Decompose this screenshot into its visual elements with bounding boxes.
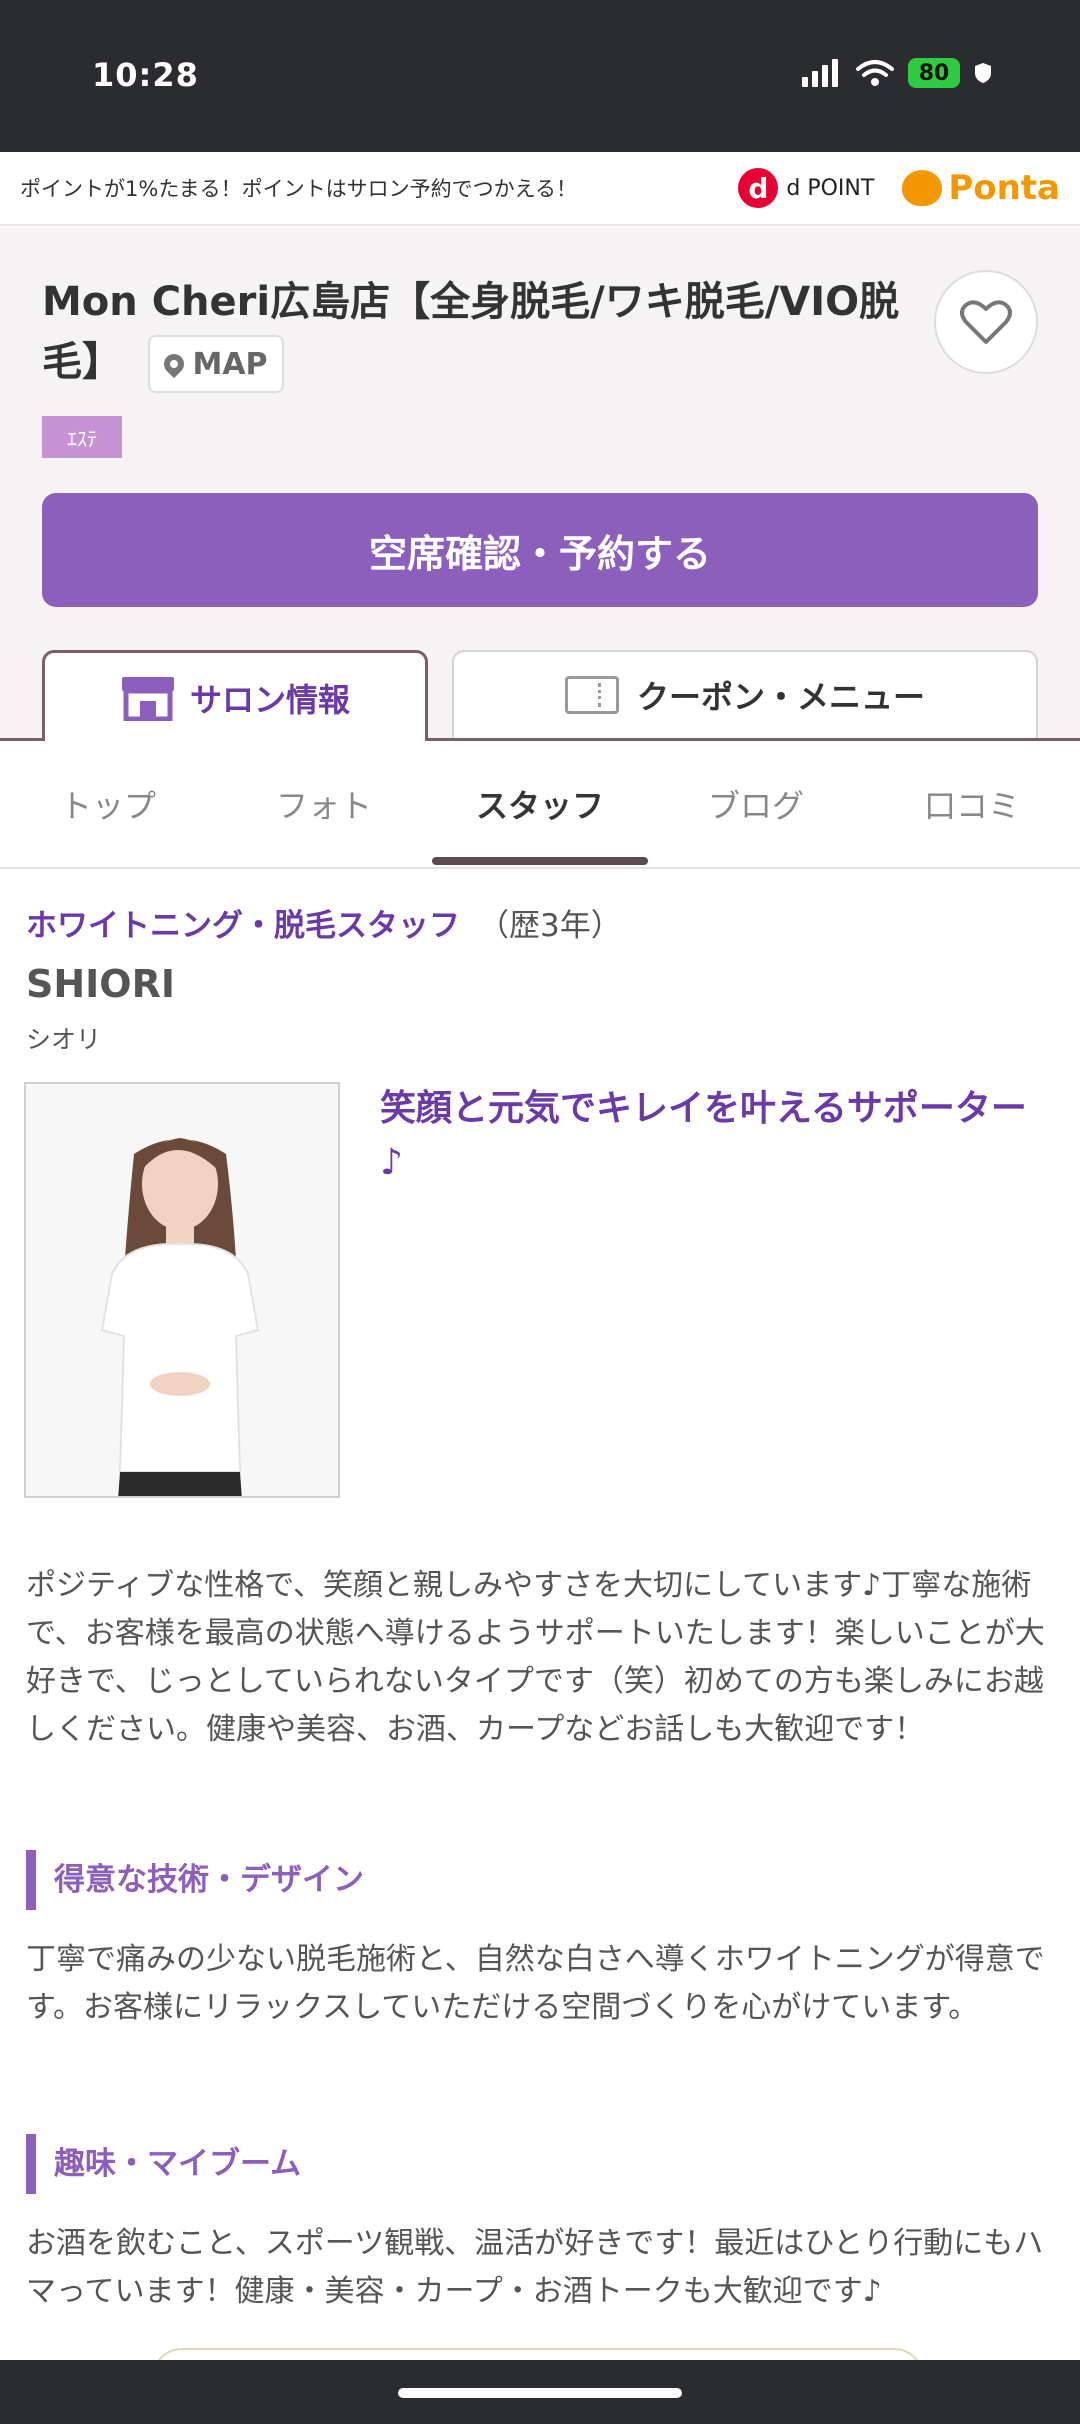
signal-icon: [802, 59, 838, 87]
points-banner[interactable]: ポイントが1%たまる！ポイントはサロン予約でつかえる！ d d POINT Po…: [0, 152, 1080, 226]
status-bar: 10:28 80: [0, 0, 1080, 152]
status-time: 10:28: [92, 56, 199, 94]
subnav-blog[interactable]: ブログ: [648, 781, 864, 827]
status-icons: 80: [802, 58, 992, 88]
map-button[interactable]: MAP: [148, 335, 284, 393]
wifi-icon: [856, 60, 894, 86]
sub-navigation: トップ フォト スタッフ ブログ 口コミ: [0, 741, 1080, 869]
staff-photo: [24, 1082, 340, 1498]
staff-catchcopy: 笑顔と元気でキレイを叶えるサポーター♪: [380, 1088, 1027, 1183]
subnav-active-indicator: [432, 857, 648, 865]
map-pin-icon: [160, 349, 189, 379]
tab-coupon-menu-label: クーポン・メニュー: [636, 678, 925, 716]
map-button-label: MAP: [192, 346, 268, 382]
hobby-body: お酒を飲むこと、スポーツ観戦、温活が好きです！最近はひとり行動にもハマっています…: [26, 2226, 1044, 2309]
shield-icon: [975, 63, 991, 83]
subnav-top[interactable]: トップ: [0, 781, 216, 827]
staff-role-label: ホワイトニング・脱毛スタッフ: [26, 908, 460, 944]
tab-coupon-menu[interactable]: クーポン・メニュー: [452, 650, 1038, 738]
dpoint-label: d POINT: [786, 175, 875, 201]
staff-photo-illustration: [26, 1084, 338, 1496]
staff-introduction: ポジティブな性格で、笑顔と親しみやすさを大切にしています♪丁寧な施術で、お客様を…: [26, 1568, 1045, 1747]
subnav-staff[interactable]: スタッフ: [432, 781, 648, 827]
home-indicator[interactable]: [398, 2388, 682, 2398]
home-bar: [0, 2360, 1080, 2424]
points-logos: d d POINT Ponta: [738, 168, 1060, 208]
dpoint-logo: d d POINT: [738, 168, 874, 208]
staff-name-kana: シオリ: [26, 1025, 102, 1054]
heart-icon: [960, 300, 1012, 344]
dpoint-mark-icon: d: [738, 168, 779, 208]
subnav-reviews[interactable]: 口コミ: [864, 781, 1080, 827]
tab-salon-info[interactable]: サロン情報: [42, 650, 428, 742]
ponta-label: Ponta: [948, 168, 1060, 208]
points-banner-text: ポイントが1%たまる！ポイントはサロン予約でつかえる！: [20, 177, 578, 201]
staff-name: SHIORI: [26, 962, 176, 1006]
tab-salon-info-label: サロン情報: [189, 680, 350, 719]
skills-heading: 得意な技術・デザイン: [26, 1850, 826, 1910]
category-badge: ｴｽﾃ: [42, 416, 122, 458]
favorite-button[interactable]: [934, 270, 1038, 374]
hobby-heading: 趣味・マイブーム: [26, 2134, 826, 2194]
reserve-button[interactable]: 空席確認・予約する: [42, 493, 1038, 607]
salon-header: Mon Cheri広島店【全身脱毛/ワキ脱毛/VIO脱毛】 MAP ｴｽﾃ 空席…: [0, 228, 1080, 742]
skills-body: 丁寧で痛みの少ない脱毛施術と、自然な白さへ導くホワイトニングが得意です。お客様に…: [26, 1942, 1045, 2025]
store-icon: [121, 676, 174, 721]
staff-role: ホワイトニング・脱毛スタッフ （歴3年）: [26, 900, 622, 945]
battery-indicator: 80: [908, 58, 960, 88]
ponta-mascot-icon: [902, 170, 943, 206]
ticket-icon: [564, 676, 619, 714]
staff-years: （歴3年）: [478, 908, 622, 944]
subnav-photo[interactable]: フォト: [216, 781, 432, 827]
ponta-logo: Ponta: [902, 168, 1060, 208]
